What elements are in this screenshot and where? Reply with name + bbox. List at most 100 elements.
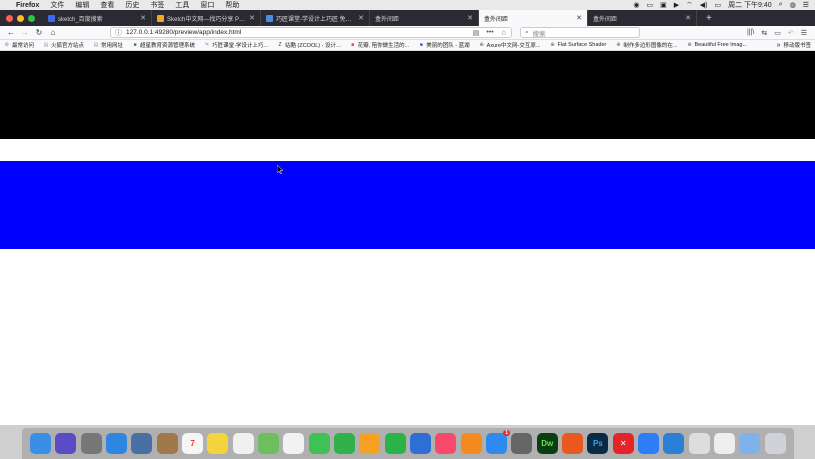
tab-close-icon[interactable]: ✕ [467,14,473,22]
dock-preview-icon[interactable] [688,433,710,454]
undo-icon[interactable]: ↶ [788,29,794,37]
menu-edit[interactable]: 编辑 [75,0,89,10]
menu-window[interactable]: 窗口 [200,0,214,10]
tab-label: 盒外间距 [375,16,400,23]
dock-firefox-icon[interactable] [562,433,584,454]
dock-notes-icon[interactable] [207,433,229,454]
dock-music-icon[interactable] [435,433,457,454]
tab-close-icon[interactable]: ✕ [576,14,582,22]
home-icon[interactable]: ⌂ [46,28,60,37]
tab-sketch-cn[interactable]: Sketch中文网—找巧分享 Page1 ✕ [152,10,261,26]
menu-file[interactable]: 文件 [50,0,64,10]
dock-messages-icon[interactable] [308,433,330,454]
bookmark-star-icon[interactable]: ☆ [501,29,507,37]
tab-close-icon[interactable]: ✕ [358,14,364,22]
dock-safari-icon[interactable] [106,433,128,454]
dock-finder-icon[interactable] [30,433,52,454]
bookmark-item[interactable]: ■ 花瓣, 陪你做生活的... [350,41,409,49]
dock-system-preferences-icon[interactable] [511,433,533,454]
dock-numbers-icon[interactable] [384,433,406,454]
tab-margin-active[interactable]: 盒外间距 ✕ [479,10,588,26]
play-icon[interactable]: ▶ [674,1,679,9]
dock-baidu-netdisk-icon[interactable] [638,433,660,454]
hamburger-menu-icon[interactable]: ☰ [801,29,807,37]
spotlight-search-icon[interactable]: ⌕ [779,1,783,9]
dock-keyboard-viewer-icon[interactable] [714,433,736,454]
tab-close-icon[interactable]: ✕ [140,14,146,22]
sidebar-icon[interactable]: ▭ [774,29,781,37]
notification-center-icon[interactable]: ☰ [803,1,809,9]
dock-books-icon[interactable] [460,433,482,454]
menu-app-name[interactable]: Firefox [16,2,39,9]
dock-siri-icon[interactable] [55,433,77,454]
dock-app-store-icon[interactable]: 1 [486,430,511,454]
dock-pages-icon[interactable] [359,433,381,454]
dock-photos-icon[interactable] [283,433,305,454]
bookmark-item[interactable]: ⊕ Flat Surface Shader [549,42,606,48]
reader-view-icon[interactable]: ▤ [473,29,480,37]
tab-close-icon[interactable]: ✕ [249,14,255,22]
new-tab-button[interactable]: + [697,13,712,24]
bookmark-item[interactable]: ⊕ Axure中文网-交互原... [479,41,541,49]
back-arrow-icon[interactable]: ← [4,28,18,37]
dock-keynote-icon[interactable] [410,433,432,454]
search-bar[interactable]: ⌕ 搜索 [520,27,640,38]
tab-margin-1[interactable]: 盒外间距 ✕ [370,10,479,26]
dock-dreamweaver-icon[interactable]: Dw [536,433,558,454]
bookmark-item[interactable]: ■ 美丽的团队 - 蓝湖 [418,41,470,49]
menu-tools[interactable]: 工具 [175,0,189,10]
bookmark-item[interactable]: ✎ 巧匠课堂-学设计上巧... [204,41,268,49]
bookmark-label: 常用网址 [101,43,124,49]
dock-notebook-icon[interactable] [156,433,178,454]
bookmark-favicon-icon: ⚙ [4,42,10,48]
display-icon[interactable]: ▭ [647,1,654,9]
close-window-button[interactable] [6,14,13,22]
menu-bookmarks[interactable]: 书签 [150,0,164,10]
url-text[interactable]: 127.0.0.1:49280/preview/app/index.html [126,29,473,36]
menu-view[interactable]: 查看 [100,0,114,10]
zoom-window-button[interactable] [28,14,35,22]
dock-xmind-icon[interactable]: ✕ [612,433,634,454]
tab-close-icon[interactable]: ✕ [685,14,691,22]
bookmarks-bar: ⚙ 最常访问 ▤ 火狐官方站点 ▤ 常用网址 ■ 超星教育资源管理系统 ✎ 巧匠课堂-学设计上巧.… [0,40,815,51]
tab-sketch-baidu[interactable]: sketch_百度搜索 ✕ [43,10,152,26]
forward-arrow-icon[interactable]: → [18,28,32,37]
bookmark-item[interactable]: ⊕ Beautiful Free Imag... [686,42,747,48]
bookmarks-overflow-button[interactable]: » [777,42,784,49]
dock-downloads-folder-icon[interactable] [739,433,761,454]
reload-icon[interactable]: ↻ [32,28,46,37]
tab-qiaojiang[interactable]: 巧匠课堂-学设计上巧匠 免费的设 ✕ [261,10,370,26]
library-icon[interactable]: |||\ [747,29,754,37]
site-info-icon[interactable]: ⓘ [115,28,122,38]
dock-facetime-icon[interactable] [334,433,356,454]
menu-history[interactable]: 历史 [125,0,139,10]
battery-icon[interactable]: ▭ [714,1,721,9]
dock-photoshop-icon[interactable]: Ps [587,433,609,454]
dock-launchpad-icon[interactable] [80,433,102,454]
wifi-icon[interactable]: ⌔ [686,1,693,10]
minimize-window-button[interactable] [17,14,24,22]
tab-margin-3[interactable]: 盒外间距 ✕ [588,10,697,26]
dock-reminders-icon[interactable] [232,433,254,454]
dock-qq-browser-icon[interactable] [663,433,685,454]
input-icon[interactable]: ▣ [660,1,667,9]
volume-icon[interactable]: ◀) [700,1,708,9]
dock-calendar-icon[interactable]: 7 [182,433,204,454]
dock-photo-viewer-icon[interactable] [131,433,153,454]
bookmark-item[interactable]: ⚙ 最常访问 [4,41,34,49]
bookmark-item[interactable]: ▤ 常用网址 [93,41,123,49]
bookmark-item[interactable]: ▤ 火狐官方站点 [43,41,84,49]
siri-icon[interactable]: ◍ [790,1,796,9]
page-actions-icon[interactable]: ••• [486,29,493,37]
bookmark-item[interactable]: Z 站酷 (ZCOOL) - 设计... [277,41,340,49]
bookmark-item[interactable]: ■ 超星教育资源管理系统 [132,41,196,49]
dock-maps-icon[interactable] [258,433,280,454]
url-bar[interactable]: ⓘ 127.0.0.1:49280/preview/app/index.html… [110,27,512,38]
dock-trash-icon[interactable] [764,433,786,454]
bookmark-item[interactable]: ⊕ 制作多边形图像的在... [615,41,677,49]
mobile-bookmarks[interactable]: 移动版书签 [783,41,811,49]
menu-help[interactable]: 帮助 [225,0,239,10]
record-icon[interactable]: ◉ [633,1,639,9]
menubar-clock[interactable]: 周二 下午9:40 [728,0,772,10]
synced-tabs-icon[interactable]: ⇆ [761,29,767,37]
